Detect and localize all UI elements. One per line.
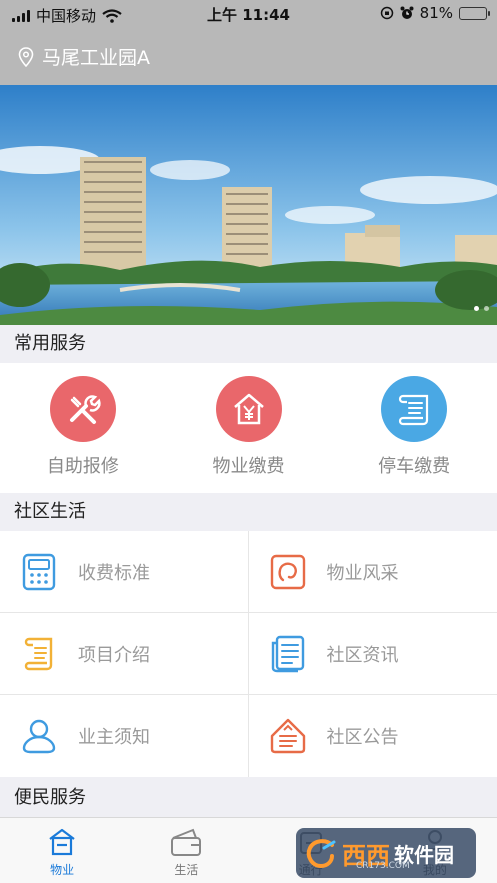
home-icon <box>49 828 75 856</box>
battery-icon <box>459 6 490 20</box>
repair-tools-icon <box>49 376 116 442</box>
service-label: 物业缴费 <box>212 456 285 477</box>
watermark-logo: 西西 软件园 CR173.COM <box>296 828 476 878</box>
wallet-icon <box>171 828 202 856</box>
community-item-project-intro[interactable]: 项目介绍 <box>0 613 249 695</box>
banner-carousel[interactable] <box>0 85 497 325</box>
property-fee-icon <box>215 376 282 442</box>
community-item-community-news[interactable]: 社区资讯 <box>248 613 497 695</box>
tab-life[interactable]: 生活 <box>124 818 248 883</box>
carousel-dot[interactable] <box>484 306 489 311</box>
community-item-label: 社区公告 <box>326 727 399 748</box>
news-list-icon <box>267 633 309 675</box>
user-icon <box>18 715 60 757</box>
carousel-indicator <box>474 306 489 311</box>
service-label: 停车缴费 <box>378 456 451 477</box>
community-item-label: 社区资讯 <box>326 644 399 666</box>
community-item-label: 业主须知 <box>78 727 150 748</box>
watermark-url: CR173.COM <box>356 861 410 871</box>
banner-image <box>0 85 497 325</box>
community-item-owner-notice[interactable]: 业主须知 <box>0 695 249 777</box>
status-right: 81% <box>380 4 490 22</box>
rotation-lock-icon <box>380 6 393 20</box>
parking-scroll-icon <box>381 376 448 442</box>
community-item-community-announcement[interactable]: 社区公告 <box>249 695 497 777</box>
tab-label: 物业 <box>50 863 75 877</box>
section-title-common: 常用服务 <box>0 325 497 363</box>
location-selector[interactable]: 马尾工业园A <box>18 43 150 70</box>
alarm-icon <box>400 6 414 19</box>
tab-property[interactable]: 物业 <box>0 818 124 883</box>
calculator-icon <box>18 551 60 593</box>
location-label: 马尾工业园A <box>42 47 150 69</box>
service-label: 自助报修 <box>46 456 119 477</box>
tab-label: 生活 <box>174 863 199 877</box>
scroll-icon <box>18 633 60 675</box>
community-item-property-style[interactable]: 物业风采 <box>248 531 497 613</box>
community-item-fee-standard[interactable]: 收费标准 <box>0 531 249 613</box>
community-item-label: 收费标准 <box>78 562 150 584</box>
service-parking-fee[interactable]: 停车缴费 <box>331 363 497 493</box>
section-title-community: 社区生活 <box>0 493 497 531</box>
watermark-swirl-icon <box>306 839 336 869</box>
community-item-label: 项目介绍 <box>78 644 150 666</box>
carousel-dot[interactable] <box>474 306 479 311</box>
common-services: 自助报修 物业缴费 停车缴费 <box>0 363 497 493</box>
service-property-fee[interactable]: 物业缴费 <box>166 363 332 493</box>
announcement-icon <box>267 715 309 757</box>
location-pin-icon <box>18 46 34 67</box>
status-bar: 中国移动 上午 11:44 81% <box>0 0 497 28</box>
section-title-convenience: 便民服务 <box>0 779 497 817</box>
photo-frame-icon <box>267 551 309 593</box>
service-self-repair[interactable]: 自助报修 <box>0 363 166 493</box>
community-grid: 收费标准 物业风采 项目介绍 社区资讯 业主须知 社区公告 <box>0 531 497 777</box>
community-item-label: 物业风采 <box>326 562 399 584</box>
header: 马尾工业园A <box>0 28 497 85</box>
battery-percent: 81% <box>419 4 453 22</box>
